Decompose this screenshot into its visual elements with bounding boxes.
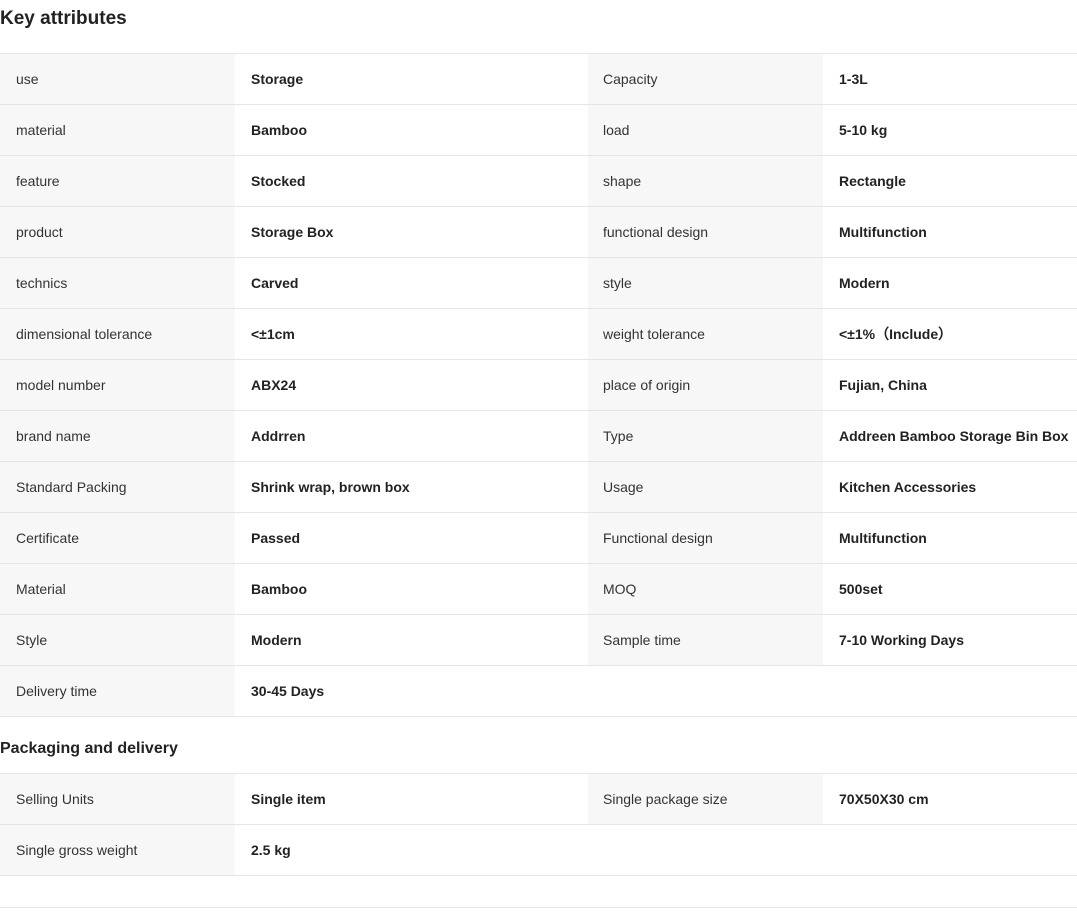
attr-value: Shrink wrap, brown box	[235, 461, 588, 513]
attr-value: 500set	[823, 563, 1077, 615]
attr-key: Functional design	[588, 512, 823, 564]
attr-value: Addrren	[235, 410, 588, 462]
empty-cell	[588, 824, 823, 876]
attr-value: 1-3L	[823, 53, 1077, 105]
attr-key: Single gross weight	[0, 824, 235, 876]
table-row: use Storage Capacity 1-3L	[0, 53, 1077, 105]
product-attributes-page: Key attributes use Storage Capacity 1-3L…	[0, 0, 1077, 915]
attr-key: Material	[0, 563, 235, 615]
attr-value: 30-45 Days	[235, 665, 588, 717]
attr-value: Passed	[235, 512, 588, 564]
attr-value: Multifunction	[823, 512, 1077, 564]
attr-value: 5-10 kg	[823, 104, 1077, 156]
packaging-delivery-title: Packaging and delivery	[0, 740, 178, 757]
section-divider	[0, 907, 1077, 908]
attr-value: Storage	[235, 53, 588, 105]
attr-key: Style	[0, 614, 235, 666]
table-row: Single gross weight 2.5 kg	[0, 824, 1077, 876]
attr-key: Usage	[588, 461, 823, 513]
attr-value: 2.5 kg	[235, 824, 588, 876]
table-row: Delivery time 30-45 Days	[0, 665, 1077, 717]
attr-key: use	[0, 53, 235, 105]
attr-key: Delivery time	[0, 665, 235, 717]
attr-key: Sample time	[588, 614, 823, 666]
attr-key: functional design	[588, 206, 823, 258]
attr-value: Storage Box	[235, 206, 588, 258]
attr-key: Selling Units	[0, 773, 235, 825]
attr-key: weight tolerance	[588, 308, 823, 360]
table-row: Style Modern Sample time 7-10 Working Da…	[0, 614, 1077, 666]
attr-value: Addreen Bamboo Storage Bin Box	[823, 410, 1077, 462]
table-row: feature Stocked shape Rectangle	[0, 155, 1077, 207]
table-row: technics Carved style Modern	[0, 257, 1077, 309]
attr-value: <±1%（Include）	[823, 308, 1077, 360]
attr-value: 70X50X30 cm	[823, 773, 1077, 825]
table-row: Certificate Passed Functional design Mul…	[0, 512, 1077, 564]
attr-value: ABX24	[235, 359, 588, 411]
attr-value: <±1cm	[235, 308, 588, 360]
attr-value: Carved	[235, 257, 588, 309]
attr-key: product	[0, 206, 235, 258]
attr-value: Modern	[235, 614, 588, 666]
empty-cell	[823, 665, 1077, 717]
table-row: Selling Units Single item Single package…	[0, 773, 1077, 825]
attr-key: style	[588, 257, 823, 309]
empty-cell	[823, 824, 1077, 876]
empty-cell	[588, 665, 823, 717]
table-row: Standard Packing Shrink wrap, brown box …	[0, 461, 1077, 513]
packaging-delivery-table: Selling Units Single item Single package…	[0, 773, 1077, 876]
table-row: brand name Addrren Type Addreen Bamboo S…	[0, 410, 1077, 462]
table-row: model number ABX24 place of origin Fujia…	[0, 359, 1077, 411]
attr-value: Fujian, China	[823, 359, 1077, 411]
attr-key: Standard Packing	[0, 461, 235, 513]
attr-key: material	[0, 104, 235, 156]
attr-key: MOQ	[588, 563, 823, 615]
key-attributes-table: use Storage Capacity 1-3L material Bambo…	[0, 53, 1077, 717]
attr-value: Kitchen Accessories	[823, 461, 1077, 513]
attr-key: shape	[588, 155, 823, 207]
attr-key: dimensional tolerance	[0, 308, 235, 360]
attr-value: Rectangle	[823, 155, 1077, 207]
attr-key: place of origin	[588, 359, 823, 411]
table-row: material Bamboo load 5-10 kg	[0, 104, 1077, 156]
attr-key: Single package size	[588, 773, 823, 825]
attr-value: Bamboo	[235, 104, 588, 156]
attr-key: technics	[0, 257, 235, 309]
attr-value: Bamboo	[235, 563, 588, 615]
attr-value: Modern	[823, 257, 1077, 309]
table-row: product Storage Box functional design Mu…	[0, 206, 1077, 258]
table-row: Material Bamboo MOQ 500set	[0, 563, 1077, 615]
attr-value: Single item	[235, 773, 588, 825]
attr-key: Certificate	[0, 512, 235, 564]
attr-key: Type	[588, 410, 823, 462]
attr-key: brand name	[0, 410, 235, 462]
key-attributes-title: Key attributes	[0, 8, 127, 29]
attr-value: 7-10 Working Days	[823, 614, 1077, 666]
attr-key: feature	[0, 155, 235, 207]
attr-key: Capacity	[588, 53, 823, 105]
attr-value: Multifunction	[823, 206, 1077, 258]
attr-key: model number	[0, 359, 235, 411]
table-row: dimensional tolerance <±1cm weight toler…	[0, 308, 1077, 360]
attr-value: Stocked	[235, 155, 588, 207]
attr-key: load	[588, 104, 823, 156]
